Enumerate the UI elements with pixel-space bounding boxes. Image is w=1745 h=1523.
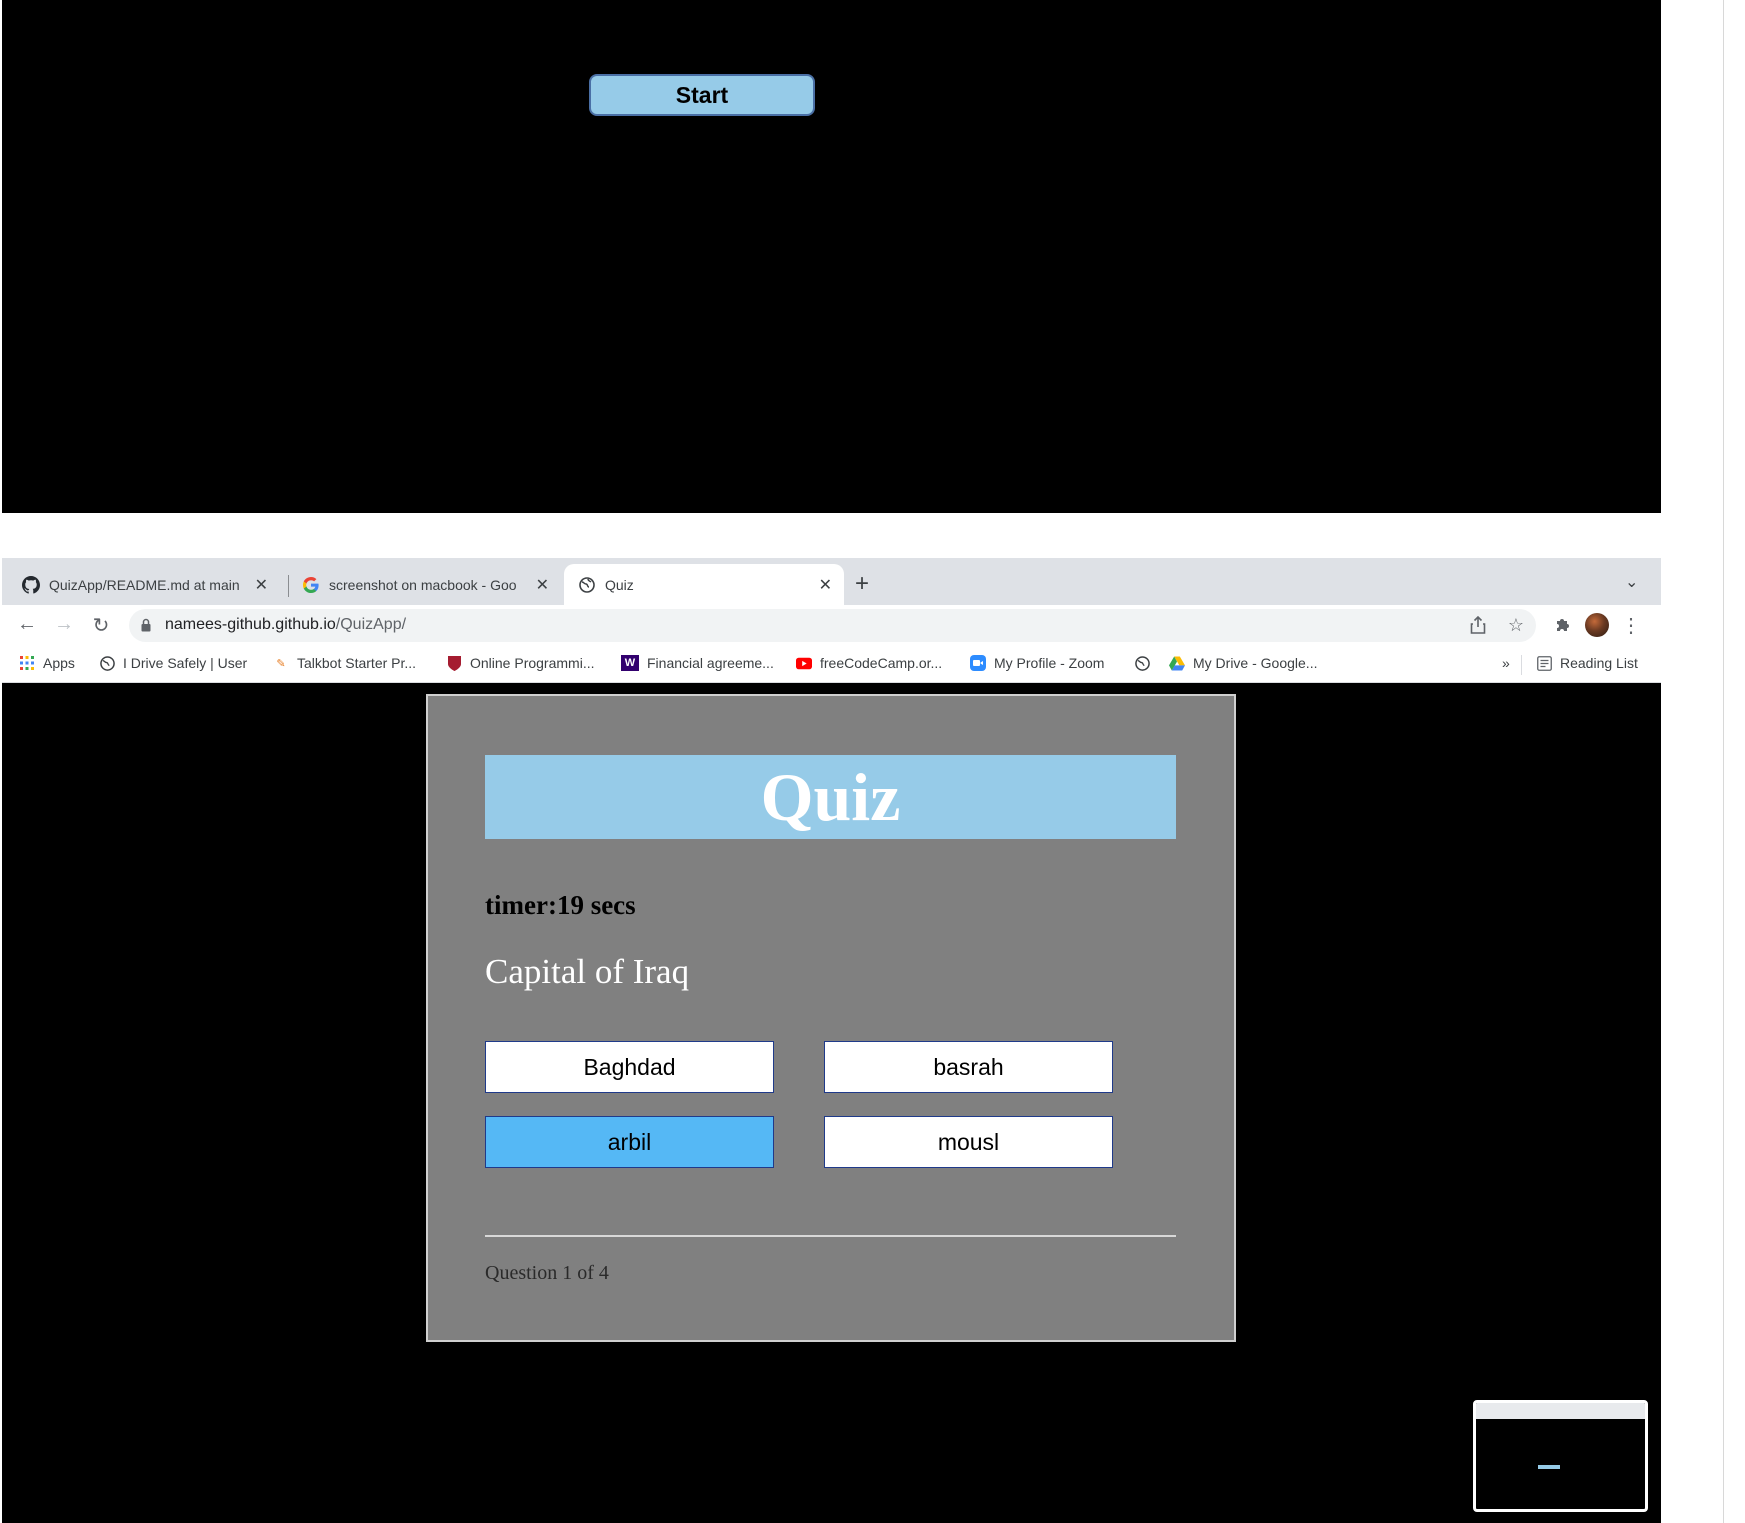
share-icon[interactable]	[1466, 613, 1490, 637]
answer-button-basrah[interactable]: basrah	[824, 1041, 1113, 1093]
screenshot-thumbnail[interactable]	[1473, 1400, 1648, 1512]
url-text: namees-github.github.io/QuizApp/	[165, 616, 406, 634]
tab-label: QuizApp/README.md at main ·	[49, 576, 244, 593]
url-path: /QuizApp/	[335, 616, 407, 633]
avatar-image	[1585, 613, 1609, 637]
tab-label: screenshot on macbook - Goo	[329, 576, 517, 593]
tab-quizapp-readme[interactable]: QuizApp/README.md at main · ✕	[22, 564, 268, 605]
github-icon	[22, 575, 40, 594]
talkbot-icon: ✎	[276, 657, 286, 670]
quiz-header: Quiz	[485, 755, 1176, 839]
bookmark-label: Apps	[43, 655, 75, 671]
apps-grid-icon	[19, 655, 35, 671]
profile-avatar[interactable]	[1585, 613, 1609, 637]
bookmarks-overflow-chevron[interactable]: »	[1502, 655, 1510, 671]
bookmark-label: Online Programmi...	[470, 655, 595, 671]
forward-arrow-icon[interactable]: →	[52, 613, 76, 636]
question-text: Capital of Iraq	[485, 952, 690, 991]
menu-kebab-icon[interactable]: ⋮	[1619, 613, 1643, 637]
tab-quiz[interactable]: Quiz ✕	[564, 564, 844, 605]
start-button[interactable]: Start	[589, 74, 815, 116]
bookmark-label: My Profile - Zoom	[994, 655, 1105, 671]
top-page-screenshot: Start	[2, 0, 1661, 513]
reading-list-label: Reading List	[1560, 655, 1638, 671]
bookmark-label: freeCodeCamp.or...	[820, 655, 943, 671]
browser-tab-bar: QuizApp/README.md at main · ✕ screenshot…	[2, 558, 1661, 605]
bookmark-i-drive-safely[interactable]: I Drive Safely | User	[99, 655, 247, 671]
close-tab-icon[interactable]: ✕	[255, 575, 268, 595]
tab-separator	[288, 575, 289, 597]
bookmark-star-icon[interactable]: ☆	[1504, 613, 1528, 637]
tab-label: Quiz	[605, 576, 634, 593]
timer-text: timer:19 secs	[485, 890, 636, 920]
google-icon	[302, 576, 320, 594]
reading-list-button[interactable]: Reading List	[1536, 655, 1638, 671]
reading-list-icon	[1536, 655, 1552, 671]
answer-button-arbil[interactable]: arbil	[485, 1116, 774, 1168]
bookmark-talkbot[interactable]: ✎ Talkbot Starter Pr...	[273, 655, 416, 671]
globe-icon	[578, 576, 596, 594]
reading-list-separator	[1521, 655, 1522, 675]
bookmark-financial-agreement[interactable]: W Financial agreeme...	[621, 655, 774, 671]
close-tab-icon[interactable]: ✕	[819, 575, 832, 595]
thumbnail-browser-bar	[1476, 1403, 1645, 1419]
bookmark-google-drive[interactable]: My Drive - Google...	[1169, 655, 1317, 671]
bookmark-label: Talkbot Starter Pr...	[297, 655, 417, 671]
quiz-card: Quiz timer:19 secs Capital of Iraq Baghd…	[426, 694, 1236, 1342]
uw-icon: W	[621, 655, 639, 671]
google-drive-icon	[1169, 655, 1185, 671]
bookmark-apps[interactable]: Apps	[19, 655, 75, 671]
footer-divider	[485, 1235, 1176, 1237]
extensions-puzzle-icon[interactable]	[1551, 613, 1575, 637]
bookmarks-bar: Apps I Drive Safely | User ✎ Talkbot Sta…	[2, 647, 1661, 683]
bookmark-label: I Drive Safely | User	[123, 655, 248, 671]
globe-icon	[1134, 655, 1150, 671]
address-bar[interactable]: namees-github.github.io/QuizApp/ ☆	[129, 609, 1536, 642]
tab-google-search[interactable]: screenshot on macbook - Goo ✕	[302, 564, 557, 605]
quiz-title: Quiz	[760, 758, 901, 835]
page-viewport: Quiz timer:19 secs Capital of Iraq Baghd…	[2, 683, 1661, 1523]
url-host: namees-github.github.io	[165, 616, 336, 633]
youtube-icon	[796, 655, 812, 671]
back-arrow-icon[interactable]: ←	[15, 613, 39, 636]
bookmark-zoom-profile[interactable]: My Profile - Zoom	[970, 655, 1104, 671]
tab-search-chevron-icon[interactable]: ⌄	[1625, 572, 1638, 592]
bookmark-label: Financial agreeme...	[647, 655, 774, 671]
harvard-shield-icon	[446, 655, 462, 671]
close-tab-icon[interactable]: ✕	[536, 575, 549, 595]
browser-toolbar: ← → ↻ namees-github.github.io/QuizApp/ ☆…	[2, 605, 1661, 647]
answer-button-baghdad[interactable]: Baghdad	[485, 1041, 774, 1093]
lock-icon	[141, 618, 151, 632]
answer-button-mousl[interactable]: mousl	[824, 1116, 1113, 1168]
bookmark-online-programming[interactable]: Online Programmi...	[446, 655, 594, 671]
thumbnail-start-button	[1538, 1465, 1560, 1469]
globe-icon	[99, 655, 115, 671]
bookmark-label: My Drive - Google...	[1193, 655, 1318, 671]
bookmark-freecodecamp[interactable]: freeCodeCamp.or...	[796, 655, 942, 671]
new-tab-button[interactable]: +	[855, 570, 869, 598]
question-progress: Question 1 of 4	[485, 1262, 609, 1284]
reload-icon[interactable]: ↻	[89, 613, 113, 638]
bookmark-globe[interactable]	[1134, 655, 1158, 671]
right-gutter-divider	[1723, 0, 1724, 1523]
zoom-icon	[970, 655, 986, 671]
